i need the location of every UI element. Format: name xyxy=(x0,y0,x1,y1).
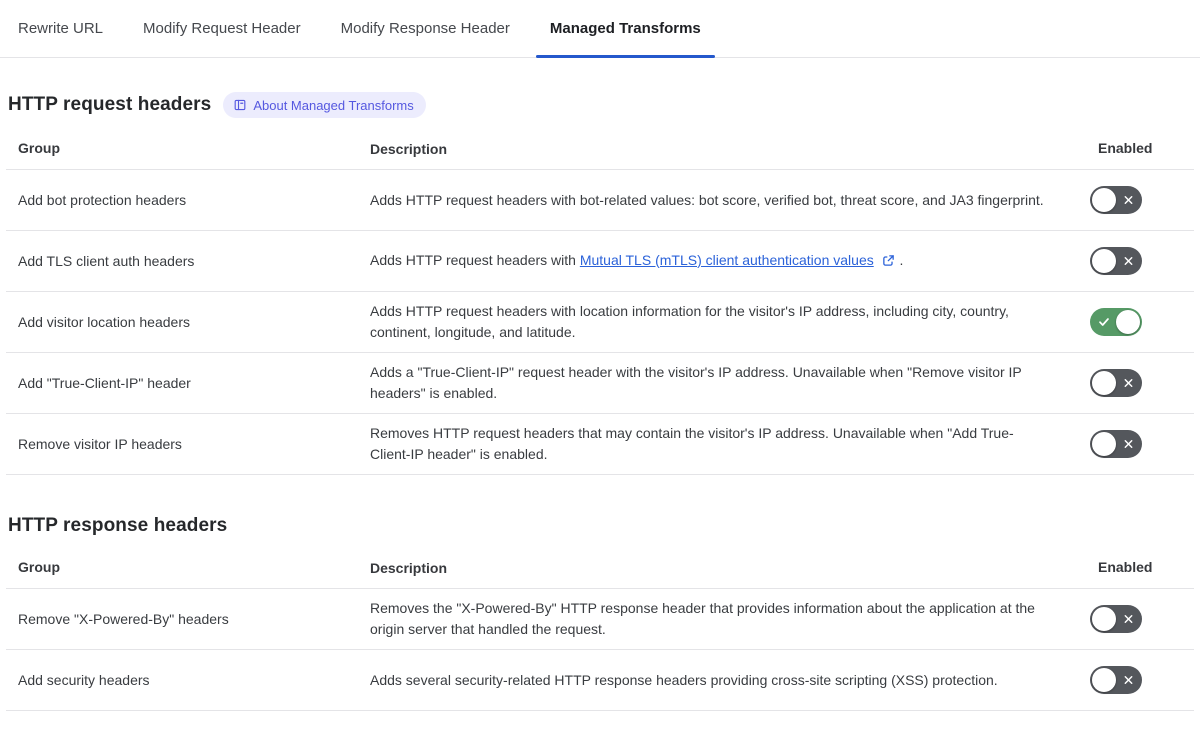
column-header-description: Description xyxy=(358,549,1084,588)
row-enabled-cell xyxy=(1084,589,1194,649)
tab-rewrite-url[interactable]: Rewrite URL xyxy=(4,0,117,57)
enabled-toggle[interactable] xyxy=(1090,308,1142,336)
row-group: Remove visitor IP headers xyxy=(6,414,358,474)
row-enabled-cell xyxy=(1084,353,1194,413)
http-request-headers-section: HTTP request headers About Managed Trans… xyxy=(6,92,1194,475)
enabled-toggle[interactable] xyxy=(1090,430,1142,458)
row-description: Adds HTTP request headers with Mutual TL… xyxy=(358,231,1084,291)
toggle-knob xyxy=(1092,432,1116,456)
row-description: Adds several security-related HTTP respo… xyxy=(358,650,1084,710)
tab-bar: Rewrite URL Modify Request Header Modify… xyxy=(0,0,1200,58)
toggle-knob xyxy=(1092,668,1116,692)
row-description: Adds a "True-Client-IP" request header w… xyxy=(358,353,1084,413)
row-enabled-cell xyxy=(1084,170,1194,230)
table-row: Add security headers Adds several securi… xyxy=(6,650,1194,711)
mtls-docs-link[interactable]: Mutual TLS (mTLS) client authentication … xyxy=(580,252,874,268)
tab-modify-request-header[interactable]: Modify Request Header xyxy=(129,0,315,57)
toggle-knob xyxy=(1092,607,1116,631)
row-description: Adds HTTP request headers with bot-relat… xyxy=(358,170,1084,230)
toggle-knob xyxy=(1092,371,1116,395)
table-row: Add bot protection headers Adds HTTP req… xyxy=(6,170,1194,231)
table-row: Add TLS client auth headers Adds HTTP re… xyxy=(6,231,1194,292)
x-icon xyxy=(1123,614,1134,625)
tab-label: Modify Request Header xyxy=(143,20,301,37)
book-icon xyxy=(233,98,247,112)
x-icon xyxy=(1123,439,1134,450)
x-icon xyxy=(1123,675,1134,686)
tab-label: Modify Response Header xyxy=(341,20,510,37)
enabled-toggle[interactable] xyxy=(1090,605,1142,633)
response-section-title: HTTP response headers xyxy=(8,515,227,537)
row-group: Add security headers xyxy=(6,650,358,710)
request-section-header: HTTP request headers About Managed Trans… xyxy=(6,92,1194,118)
row-group: Add "True-Client-IP" header xyxy=(6,353,358,413)
external-link-icon xyxy=(882,252,895,273)
toggle-knob xyxy=(1092,249,1116,273)
request-table-header: Group Description Enabled xyxy=(6,130,1194,170)
table-row: Add "True-Client-IP" header Adds a "True… xyxy=(6,353,1194,414)
column-header-group: Group xyxy=(6,130,358,169)
response-table-header: Group Description Enabled xyxy=(6,549,1194,589)
table-row: Remove visitor IP headers Removes HTTP r… xyxy=(6,414,1194,475)
row-group: Add visitor location headers xyxy=(6,292,358,352)
tab-label: Managed Transforms xyxy=(550,20,701,37)
request-section-title: HTTP request headers xyxy=(8,94,211,116)
row-description: Adds HTTP request headers with location … xyxy=(358,292,1084,352)
tab-label: Rewrite URL xyxy=(18,20,103,37)
row-description: Removes the "X-Powered-By" HTTP response… xyxy=(358,589,1084,649)
column-header-enabled: Enabled xyxy=(1084,549,1194,588)
enabled-toggle[interactable] xyxy=(1090,666,1142,694)
tab-managed-transforms[interactable]: Managed Transforms xyxy=(536,0,715,57)
row-enabled-cell xyxy=(1084,650,1194,710)
row-enabled-cell xyxy=(1084,231,1194,291)
toggle-knob xyxy=(1116,310,1140,334)
check-icon xyxy=(1098,316,1110,328)
column-header-description: Description xyxy=(358,130,1084,169)
row-enabled-cell xyxy=(1084,292,1194,352)
enabled-toggle[interactable] xyxy=(1090,186,1142,214)
x-icon xyxy=(1123,378,1134,389)
request-headers-table: Group Description Enabled Add bot protec… xyxy=(6,130,1194,475)
column-header-enabled: Enabled xyxy=(1084,130,1194,169)
row-group: Add bot protection headers xyxy=(6,170,358,230)
row-enabled-cell xyxy=(1084,414,1194,474)
badge-label: About Managed Transforms xyxy=(253,99,413,112)
tab-modify-response-header[interactable]: Modify Response Header xyxy=(327,0,524,57)
row-group: Add TLS client auth headers xyxy=(6,231,358,291)
row-group: Remove "X-Powered-By" headers xyxy=(6,589,358,649)
response-section-header: HTTP response headers xyxy=(6,515,1194,537)
x-icon xyxy=(1123,195,1134,206)
x-icon xyxy=(1123,256,1134,267)
response-headers-table: Group Description Enabled Remove "X-Powe… xyxy=(6,549,1194,711)
managed-transforms-page: HTTP request headers About Managed Trans… xyxy=(0,92,1200,711)
row-description: Removes HTTP request headers that may co… xyxy=(358,414,1084,474)
column-header-group: Group xyxy=(6,549,358,588)
http-response-headers-section: HTTP response headers Group Description … xyxy=(6,515,1194,711)
enabled-toggle[interactable] xyxy=(1090,247,1142,275)
toggle-knob xyxy=(1092,188,1116,212)
enabled-toggle[interactable] xyxy=(1090,369,1142,397)
table-row: Remove "X-Powered-By" headers Removes th… xyxy=(6,589,1194,650)
table-row: Add visitor location headers Adds HTTP r… xyxy=(6,292,1194,353)
about-managed-transforms-badge[interactable]: About Managed Transforms xyxy=(223,92,425,118)
